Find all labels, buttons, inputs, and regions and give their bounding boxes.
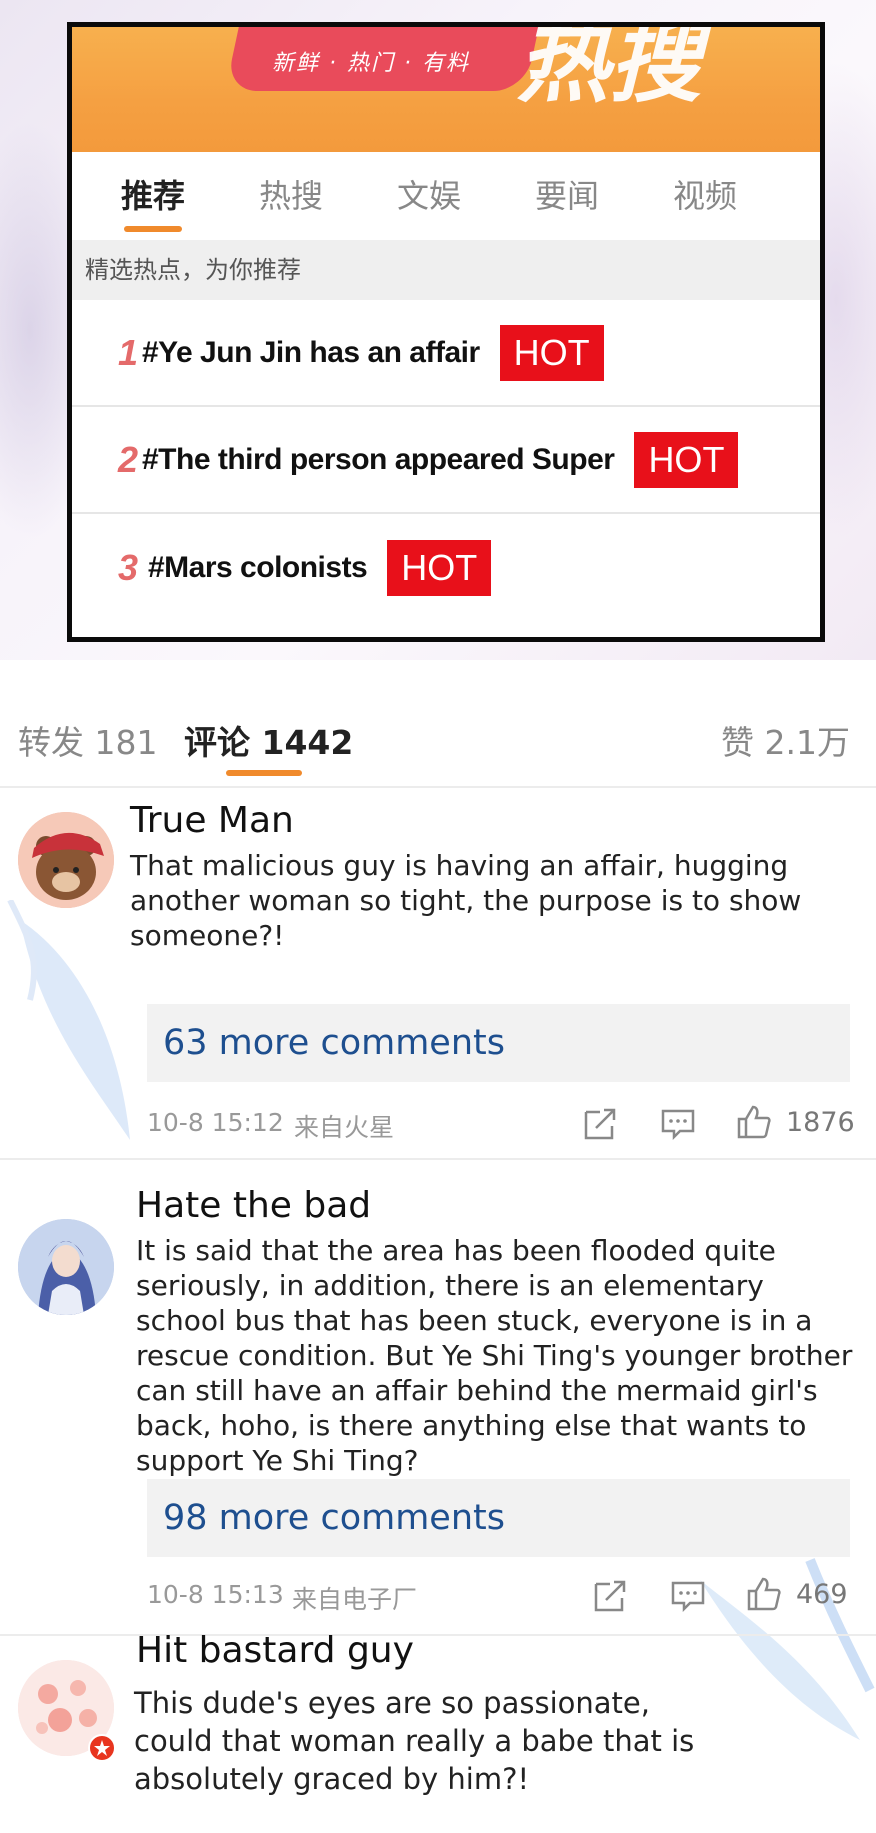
divider — [0, 786, 876, 788]
action-bar: 转发 181 评论 1442 赞 2.1万 — [0, 700, 876, 788]
hot-title: #Mars colonists — [148, 550, 368, 584]
like-icon[interactable] — [746, 1576, 782, 1612]
hot-rank: 2 — [117, 438, 138, 480]
fairy-avatar-icon[interactable] — [18, 1219, 114, 1315]
comment-source: 来自火星 — [294, 1113, 395, 1142]
hot-search-subheader: 精选热点，为你推荐 — [72, 240, 820, 300]
comment-time: 10-8 15:13 — [147, 1580, 284, 1609]
tab-recommend[interactable]: 推荐 — [84, 152, 222, 240]
like-count: 1876 — [786, 1107, 855, 1138]
tab-hot-search[interactable]: 热搜 — [222, 152, 360, 240]
more-comments-button[interactable]: 98 more comments — [147, 1479, 850, 1557]
tab-entertainment[interactable]: 文娱 — [360, 152, 498, 240]
hot-rank: 1 — [117, 331, 138, 373]
reply-icon[interactable] — [670, 1578, 706, 1614]
comments-tab[interactable]: 评论 1442 — [184, 716, 353, 764]
banner-title: 热搜 — [517, 22, 702, 115]
like-count: 469 — [796, 1579, 848, 1610]
likes-tab[interactable]: 赞 2.1万 — [721, 716, 850, 764]
hot-search-tabs: 推荐 热搜 文娱 要闻 视频 — [72, 152, 820, 240]
comment-time: 10-8 15:12 — [147, 1108, 284, 1137]
comment-text: This dude's eyes are so passionate, coul… — [134, 1686, 695, 1796]
hot-search-card: 新鲜 · 热门 · 有料 热搜 推荐 热搜 文娱 要闻 视频 精选热点，为你推荐… — [67, 22, 825, 642]
hot-search-item[interactable]: 1 #Ye Jun Jin has an affair HOT — [72, 300, 820, 407]
hot-badge: HOT — [499, 324, 604, 381]
hot-title: #The third person appeared Super — [142, 442, 615, 476]
hot-rank: 3 — [117, 546, 138, 588]
hot-search-item[interactable]: 2 #The third person appeared Super HOT — [72, 407, 820, 514]
more-comments-button[interactable]: 63 more comments — [147, 1004, 850, 1082]
hot-search-banner: 新鲜 · 热门 · 有料 热搜 — [72, 27, 820, 152]
verified-badge-icon — [88, 1734, 116, 1762]
comment-text: That malicious guy is having an affair, … — [130, 849, 802, 952]
comment-text: It is said that the area has been floode… — [136, 1234, 853, 1477]
active-tab-indicator — [226, 770, 302, 776]
comment-author[interactable]: True Man — [130, 800, 294, 841]
comment-author[interactable]: Hate the bad — [136, 1185, 371, 1226]
tab-video[interactable]: 视频 — [636, 152, 774, 240]
comment-source: 来自电子厂 — [292, 1585, 418, 1614]
reply-icon[interactable] — [660, 1106, 696, 1142]
banner-tagline: 新鲜 · 热门 · 有料 — [272, 51, 470, 76]
hot-badge: HOT — [634, 431, 739, 488]
like-icon[interactable] — [736, 1104, 772, 1140]
bear-avatar-icon[interactable] — [18, 812, 114, 908]
comment-author[interactable]: Hit bastard guy — [136, 1630, 414, 1671]
share-icon[interactable] — [582, 1106, 618, 1142]
divider — [0, 1158, 876, 1160]
hot-badge: HOT — [387, 539, 492, 596]
hot-search-item[interactable]: 3 #Mars colonists HOT — [72, 514, 820, 621]
share-icon[interactable] — [592, 1578, 628, 1614]
divider — [0, 1634, 876, 1636]
repost-tab[interactable]: 转发 181 — [18, 716, 157, 764]
hot-title: #Ye Jun Jin has an affair — [142, 335, 480, 369]
tab-news[interactable]: 要闻 — [498, 152, 636, 240]
